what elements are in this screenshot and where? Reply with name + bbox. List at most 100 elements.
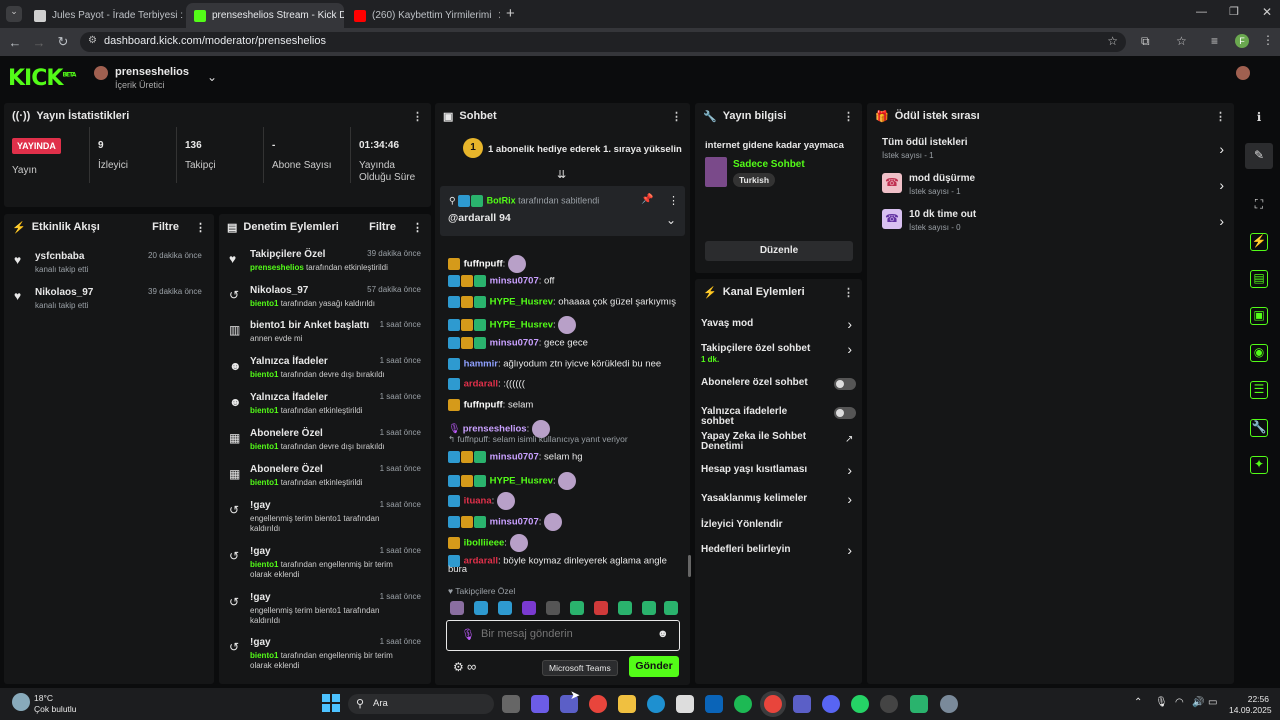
- channel-action-label[interactable]: Yavaş mod: [701, 319, 821, 329]
- unpin-icon[interactable]: 📌: [641, 194, 653, 205]
- app-icon[interactable]: [793, 695, 811, 713]
- forward-icon[interactable]: →: [27, 35, 51, 50]
- moderation-actor[interactable]: biento1: [250, 406, 278, 415]
- moderation-actor[interactable]: prenseshelios: [250, 263, 304, 272]
- close-window-icon[interactable]: ✕: [1262, 5, 1272, 19]
- emote-icon[interactable]: [546, 601, 560, 615]
- chat-message[interactable]: fuffnpuff:: [448, 255, 526, 273]
- pencil-icon[interactable]: ✎: [1250, 148, 1268, 166]
- emote-icon[interactable]: [498, 601, 512, 615]
- document-icon[interactable]: ▤: [1250, 270, 1268, 288]
- tab-kick-dashboard[interactable]: prenseshelios Stream - Kick Das✕: [186, 3, 344, 28]
- weather-temp[interactable]: 18°C: [34, 693, 53, 703]
- weather-desc[interactable]: Çok bulutlu: [34, 704, 77, 714]
- channel-action-label[interactable]: Takipçilere özel sohbet: [701, 344, 821, 354]
- chevron-right-icon[interactable]: ›: [847, 542, 852, 558]
- app-icon[interactable]: [880, 695, 898, 713]
- browser-menu-icon[interactable]: ⋮: [1262, 33, 1274, 47]
- maximize-icon[interactable]: ❐: [1229, 5, 1239, 18]
- chat-message[interactable]: minsu0707:: [448, 513, 563, 531]
- close-icon[interactable]: ✕: [497, 9, 500, 22]
- emote-icon[interactable]: [570, 601, 584, 615]
- gift-banner-text[interactable]: 1 abonelik hediye ederek 1. sıraya yükse…: [488, 144, 682, 155]
- chat-username[interactable]: minsu0707: [490, 452, 539, 463]
- chevron-right-icon[interactable]: ›: [1219, 141, 1224, 157]
- chat-scrollbar[interactable]: [688, 555, 691, 577]
- reading-list-icon[interactable]: ≡: [1211, 34, 1218, 48]
- bookmark-star-icon[interactable]: ☆: [1107, 34, 1118, 48]
- category-name[interactable]: Sadece Sohbet: [733, 159, 805, 170]
- chat-username[interactable]: ardarall: [464, 556, 498, 567]
- copilot-icon[interactable]: [531, 695, 549, 713]
- channel-action-label[interactable]: İzleyici Yönlendir: [701, 520, 821, 530]
- reward-label[interactable]: Tüm ödül istekleri: [882, 137, 968, 148]
- chat-message[interactable]: ibolliieee:: [448, 534, 528, 552]
- windows-start-icon[interactable]: [322, 694, 340, 712]
- chat-username[interactable]: minsu0707: [490, 517, 539, 528]
- infinity-icon[interactable]: ∞: [467, 659, 476, 674]
- edit-button[interactable]: Düzenle: [705, 241, 853, 261]
- chat-message[interactable]: fuffnpuff: selam: [448, 399, 533, 411]
- file-explorer-icon[interactable]: [618, 695, 636, 713]
- channel-action-label[interactable]: Hedefleri belirleyin: [701, 545, 821, 555]
- more-icon[interactable]: ⋮: [843, 286, 854, 299]
- chat-username[interactable]: HYPE_Husrev: [490, 476, 553, 487]
- kick-logo[interactable]: KICKBETA: [8, 66, 76, 91]
- favorites-icon[interactable]: ☆: [1176, 34, 1187, 48]
- external-link-icon[interactable]: ↗: [845, 434, 853, 445]
- chat-message[interactable]: minsu0707: gece gece: [448, 337, 588, 349]
- site-info-icon[interactable]: ⚙: [88, 35, 97, 46]
- user-avatar[interactable]: [1236, 66, 1250, 80]
- emoji-icon[interactable]: ☻: [657, 628, 669, 640]
- channel-action-label[interactable]: Yapay Zeka ile Sohbet Denetimi: [701, 432, 821, 452]
- chat-message[interactable]: minsu0707: selam hg: [448, 451, 583, 463]
- chevron-right-icon[interactable]: ›: [1219, 177, 1224, 193]
- emote-icon[interactable]: [522, 601, 536, 615]
- chat-username[interactable]: HYPE_Husrev: [490, 297, 553, 308]
- profile-avatar[interactable]: F: [1235, 34, 1249, 48]
- settings-icon[interactable]: [940, 695, 958, 713]
- more-icon[interactable]: ⋮: [412, 221, 423, 234]
- more-icon[interactable]: ⋮: [412, 110, 423, 123]
- chat-username[interactable]: ibolliieee: [464, 538, 505, 549]
- chat-username[interactable]: fuffnpuff: [464, 400, 503, 411]
- pinned-by-user[interactable]: BotRix: [487, 195, 516, 205]
- chat-icon[interactable]: ▣: [1250, 307, 1268, 325]
- reward-label[interactable]: 10 dk time out: [909, 209, 976, 220]
- chevron-down-icon[interactable]: ⌄: [207, 70, 217, 84]
- microphone-icon[interactable]: 🎙: [1155, 697, 1168, 708]
- settings-icon[interactable]: ⚙: [453, 660, 464, 674]
- moderation-filter-button[interactable]: Filtre: [369, 221, 396, 233]
- chrome-icon[interactable]: [589, 695, 607, 713]
- lightning-icon[interactable]: ⚡: [1250, 233, 1268, 251]
- task-view-icon[interactable]: [502, 695, 520, 713]
- channel-action-label[interactable]: Hesap yaşı kısıtlaması: [701, 465, 821, 475]
- tab-youtube[interactable]: (260) Kaybettim Yirmilerimi ✕: [346, 3, 500, 28]
- layers-icon[interactable]: ☰: [1250, 381, 1268, 399]
- tab-search-icon[interactable]: ⌄: [6, 6, 22, 22]
- emote-icon[interactable]: [474, 601, 488, 615]
- activity-user[interactable]: Nikolaos_97: [35, 287, 93, 298]
- more-icon[interactable]: ⋮: [1215, 110, 1226, 123]
- more-icon[interactable]: ⋮: [195, 221, 206, 234]
- new-tab-icon[interactable]: +: [506, 5, 515, 22]
- send-button[interactable]: Gönder: [629, 656, 679, 677]
- back-icon[interactable]: ←: [3, 35, 27, 50]
- outlook-icon[interactable]: [705, 695, 723, 713]
- toggle-switch[interactable]: [834, 407, 856, 419]
- extensions-icon[interactable]: ⧉: [1141, 34, 1150, 49]
- store-icon[interactable]: [676, 695, 694, 713]
- reward-label[interactable]: mod düşürme: [909, 173, 975, 184]
- microphone-icon[interactable]: 🎙: [461, 628, 475, 641]
- battery-icon[interactable]: ▭: [1208, 697, 1217, 708]
- chat-username[interactable]: ituana: [464, 496, 492, 507]
- chat-username[interactable]: HYPE_Husrev: [490, 320, 553, 331]
- channel-action-label[interactable]: Yalnızca ifadelerle sohbet: [701, 407, 821, 427]
- gift-icon[interactable]: ✦: [1250, 456, 1268, 474]
- chevron-right-icon[interactable]: ›: [847, 462, 852, 478]
- emote-icon[interactable]: [664, 601, 678, 615]
- emote-icon[interactable]: [642, 601, 656, 615]
- chat-message[interactable]: HYPE_Husrev:: [448, 316, 577, 334]
- fullscreen-icon[interactable]: ⛶: [1250, 197, 1268, 215]
- whatsapp-icon[interactable]: [851, 695, 869, 713]
